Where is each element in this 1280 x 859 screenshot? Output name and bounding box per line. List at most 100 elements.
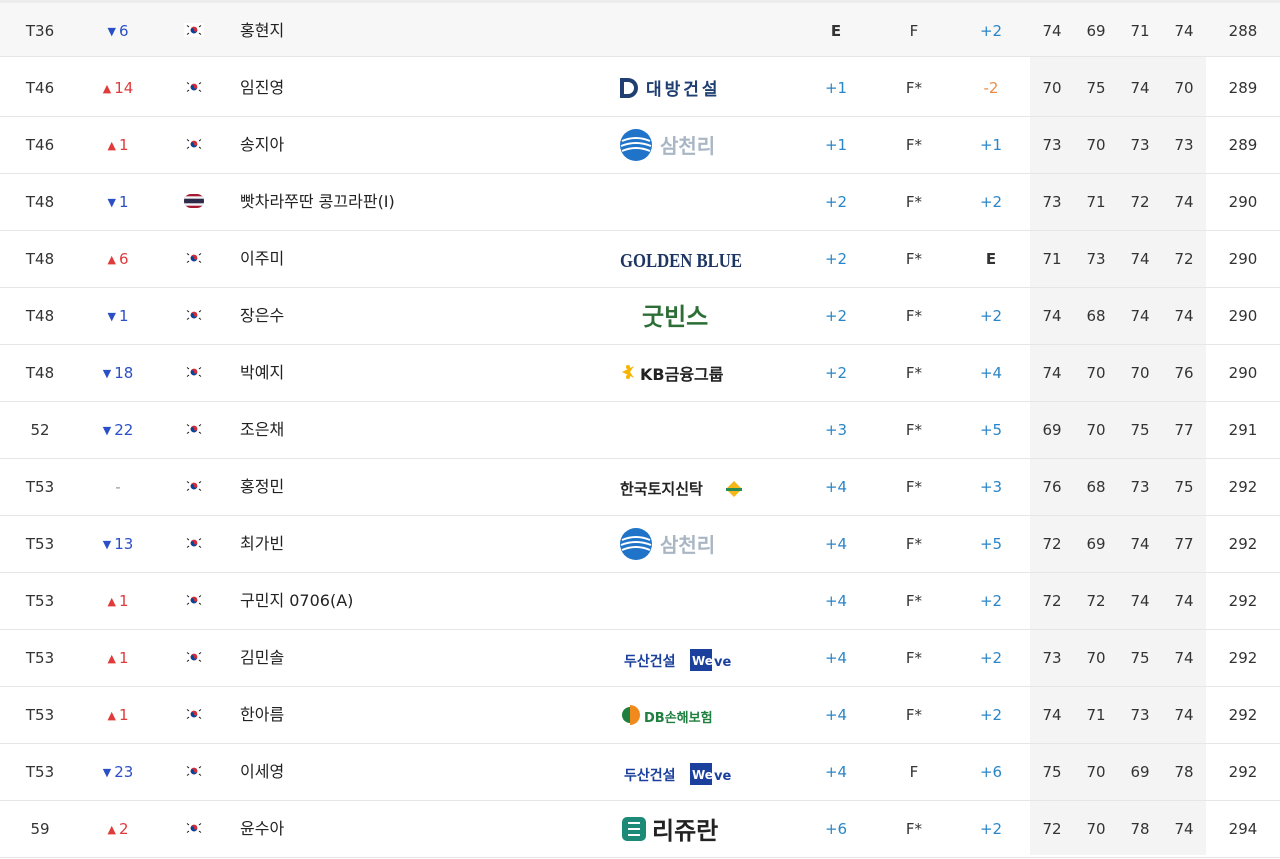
player-name-link[interactable]: 박예지 — [240, 345, 600, 401]
table-row[interactable]: T53 ▼ 13 최가빈 삼천리 +4 F* +5 72 69 74 77 292 — [0, 516, 1280, 573]
table-row[interactable]: T53 ▲ 1 구민지 0706(A) +4 F* +2 72 72 74 74 292 — [0, 573, 1280, 630]
today-score: +3 — [824, 421, 848, 439]
rank: T53 — [25, 706, 55, 724]
to-par-score: +6 — [979, 763, 1003, 781]
position-change-value: 13 — [114, 535, 134, 553]
player-name-link[interactable]: 홍현지 — [240, 3, 600, 59]
round-4-score: 77 — [1174, 421, 1194, 439]
player-name-link[interactable]: 구민지 0706(A) — [240, 573, 600, 629]
position-change-value: 1 — [118, 649, 129, 667]
sponsor-logo: 대방건설 — [600, 60, 762, 116]
position-change-value: 6 — [118, 250, 129, 268]
round-4-score: 74 — [1174, 820, 1194, 838]
table-row[interactable]: T53 ▲ 1 한아름 DB손해보험 +4 F* +2 74 71 73 74 292 — [0, 687, 1280, 744]
thru-status: F* — [905, 364, 923, 382]
round-3-score: 74 — [1130, 592, 1150, 610]
player-name-link[interactable]: 윤수아 — [240, 801, 600, 857]
table-row[interactable]: T53 - 홍정민 한국토지신탁 +4 F* +3 76 68 73 75 292 — [0, 459, 1280, 516]
today-score: +4 — [824, 763, 848, 781]
table-row[interactable]: 59 ▲ 2 윤수아 리쥬란 +6 F* +2 72 70 78 74 294 — [0, 801, 1280, 858]
round-1-score: 72 — [1042, 820, 1062, 838]
player-name-link[interactable]: 한아름 — [240, 687, 600, 743]
rank: T48 — [25, 307, 55, 325]
position-change: ▼ 23 — [80, 744, 156, 800]
today-score: +2 — [824, 307, 848, 325]
position-change-value: 1 — [118, 706, 129, 724]
round-3-score: 74 — [1130, 307, 1150, 325]
player-name-link[interactable]: 최가빈 — [240, 516, 600, 572]
korea-flag-icon — [184, 345, 206, 401]
svg-text:GOLDEN BLUE: GOLDEN BLUE — [620, 250, 742, 272]
table-row[interactable]: T48 ▲ 6 이주미 GOLDEN BLUE +2 F* E 71 73 74 72 290 — [0, 231, 1280, 288]
player-name-link[interactable]: 송지아 — [240, 117, 600, 173]
round-4-score: 73 — [1174, 136, 1194, 154]
total-score: 289 — [1228, 136, 1258, 154]
round-2-score: 71 — [1086, 193, 1106, 211]
sponsor-logo: KB금융그룹 — [600, 345, 762, 401]
round-2-score: 70 — [1086, 421, 1106, 439]
player-name-link[interactable]: 김민솔 — [240, 630, 600, 686]
table-row[interactable]: T48 ▼ 1 빳차라쭈딴 콩끄라판(I) +2 F* +2 73 71 72 74 290 — [0, 174, 1280, 231]
sponsor-logo: GOLDEN BLUE — [600, 231, 762, 287]
round-2-score: 72 — [1086, 592, 1106, 610]
thru-status: F* — [905, 478, 923, 496]
sponsor-logo — [600, 402, 762, 458]
player-name-link[interactable]: 홍정민 — [240, 459, 600, 515]
arrow-up-icon: ▲ — [107, 709, 116, 722]
arrow-up-icon: ▲ — [107, 253, 116, 266]
korea-flag-icon — [184, 573, 206, 629]
table-row[interactable]: T48 ▼ 18 박예지 KB금융그룹 +2 F* +4 74 70 70 76 290 — [0, 345, 1280, 402]
svg-text:We: We — [692, 654, 713, 668]
korea-flag-icon — [184, 744, 206, 800]
table-row[interactable]: T36 ▼ 6 홍현지 E F +2 74 69 71 74 288 — [0, 0, 1280, 57]
table-row[interactable]: T48 ▼ 1 장은수 굿빈스 +2 F* +2 74 68 74 74 290 — [0, 288, 1280, 345]
svg-text:한국토지신탁: 한국토지신탁 — [620, 480, 703, 498]
position-change: ▼ 1 — [80, 174, 156, 230]
round-4-score: 74 — [1174, 307, 1194, 325]
table-row[interactable]: 52 ▼ 22 조은채 +3 F* +5 69 70 75 77 291 — [0, 402, 1280, 459]
round-4-score: 74 — [1174, 649, 1194, 667]
round-3-score: 74 — [1130, 79, 1150, 97]
thru-status: F* — [905, 79, 923, 97]
today-score: +6 — [824, 820, 848, 838]
rank: 52 — [30, 421, 50, 439]
arrow-up-icon: ▲ — [102, 82, 112, 95]
sponsor-logo — [600, 3, 762, 59]
round-1-score: 73 — [1042, 193, 1062, 211]
player-name-link[interactable]: 이주미 — [240, 231, 600, 287]
rank: 59 — [30, 820, 50, 838]
today-score: +4 — [824, 478, 848, 496]
rank: T53 — [25, 478, 55, 496]
thru-status: F* — [905, 307, 923, 325]
thru-status: F* — [905, 820, 923, 838]
player-name-link[interactable]: 이세영 — [240, 744, 600, 800]
table-row[interactable]: T46 ▲ 14 임진영 대방건설 +1 F* -2 70 75 74 70 289 — [0, 60, 1280, 117]
position-change: ▼ 1 — [80, 288, 156, 344]
table-row[interactable]: T46 ▲ 1 송지아 삼천리 +1 F* +1 73 70 73 73 289 — [0, 117, 1280, 174]
today-score: +2 — [824, 364, 848, 382]
player-name-link[interactable]: 임진영 — [240, 60, 600, 116]
round-3-score: 72 — [1130, 193, 1150, 211]
table-row[interactable]: T53 ▲ 1 김민솔 두산건설 We ve +4 F* +2 73 70 75 74 292 — [0, 630, 1280, 687]
total-score: 292 — [1228, 592, 1258, 610]
total-score: 291 — [1228, 421, 1258, 439]
position-change-value: 1 — [118, 307, 129, 325]
sponsor-logo: 삼천리 — [600, 516, 762, 572]
today-score: +2 — [824, 193, 848, 211]
position-change-value: 23 — [114, 763, 134, 781]
player-name-link[interactable]: 빳차라쭈딴 콩끄라판(I) — [240, 174, 600, 230]
thru-status: F* — [905, 136, 923, 154]
to-par-score: +5 — [979, 421, 1003, 439]
today-score: +1 — [824, 79, 848, 97]
total-score: 292 — [1228, 706, 1258, 724]
today-score: +2 — [824, 250, 848, 268]
to-par-score: +1 — [979, 136, 1003, 154]
player-name-link[interactable]: 장은수 — [240, 288, 600, 344]
player-name-link[interactable]: 조은채 — [240, 402, 600, 458]
round-2-score: 68 — [1086, 478, 1106, 496]
round-4-score: 74 — [1174, 706, 1194, 724]
position-change: ▲ 1 — [80, 687, 156, 743]
korea-flag-icon — [184, 687, 206, 743]
to-par-score: +2 — [979, 307, 1003, 325]
table-row[interactable]: T53 ▼ 23 이세영 두산건설 We ve +4 F +6 75 70 69 78 292 — [0, 744, 1280, 801]
